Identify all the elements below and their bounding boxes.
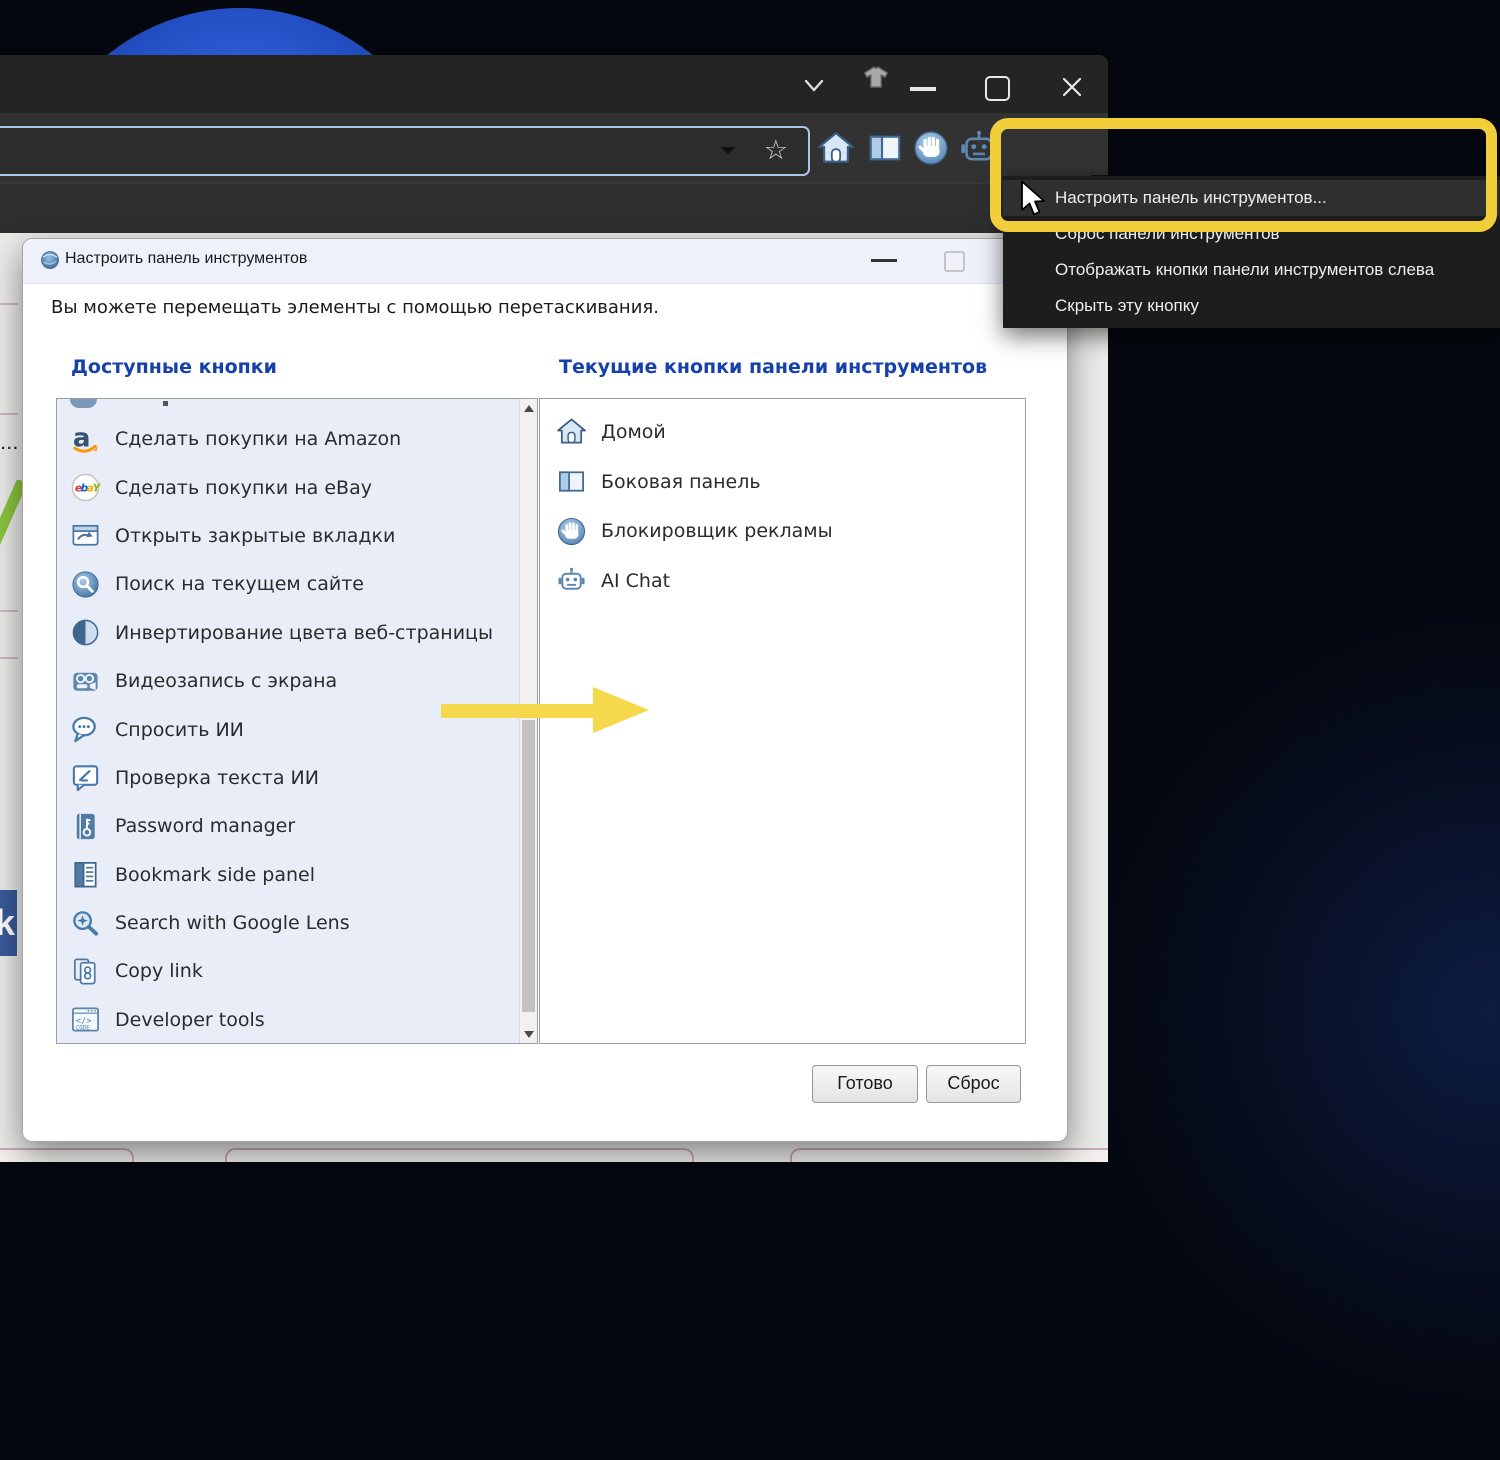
current-button-item[interactable]: Домой bbox=[540, 407, 1025, 457]
item-label: Password manager bbox=[115, 815, 296, 838]
dialog-minimize-button[interactable] bbox=[871, 259, 897, 262]
item-icon bbox=[556, 516, 587, 547]
done-button[interactable]: Готово bbox=[812, 1065, 918, 1103]
item-icon bbox=[556, 565, 587, 596]
scroll-up-icon[interactable] bbox=[520, 399, 537, 417]
item-icon bbox=[70, 956, 101, 987]
bookmarks-bar bbox=[0, 183, 1108, 234]
dialog-instruction: Вы можете перемещать элементы с помощью … bbox=[51, 297, 659, 318]
available-button-item[interactable]: Developer tools bbox=[57, 996, 537, 1044]
current-button-item[interactable]: Боковая панель bbox=[540, 457, 1025, 507]
ad-blocker-icon[interactable] bbox=[912, 129, 950, 167]
available-button-item[interactable]: Поиск на текущем сайте bbox=[57, 560, 537, 608]
history-dropdown-icon[interactable] bbox=[721, 147, 735, 155]
item-icon bbox=[70, 569, 101, 600]
item-label: Домой bbox=[601, 420, 666, 443]
item-label: Блокировщик рекламы bbox=[601, 520, 833, 543]
item-label: Открыть закрытые вкладки bbox=[115, 524, 396, 547]
item-icon bbox=[70, 714, 101, 745]
current-buttons-header: Текущие кнопки панели инструментов bbox=[559, 356, 988, 378]
available-button-item[interactable]: Password manager bbox=[57, 802, 537, 850]
item-icon bbox=[556, 416, 587, 447]
item-icon bbox=[70, 908, 101, 939]
customize-toolbar-dialog: Настроить панель инструментов Вы можете … bbox=[22, 238, 1068, 1142]
annotation-highlight-box bbox=[990, 118, 1497, 232]
item-icon bbox=[70, 520, 101, 551]
available-button-item[interactable]: Сделать покупки на eBay bbox=[57, 463, 537, 511]
page-field bbox=[0, 1148, 134, 1162]
item-label: Видеозапись с экрана bbox=[115, 670, 338, 693]
scroll-down-icon[interactable] bbox=[520, 1025, 537, 1043]
dialog-title: Настроить панель инструментов bbox=[65, 250, 308, 267]
available-button-item[interactable]: Сделать покупки на Amazon bbox=[57, 415, 537, 463]
item-icon bbox=[70, 762, 101, 793]
item-icon bbox=[70, 424, 101, 455]
annotation-drag-arrow bbox=[441, 687, 649, 733]
item-label: Спросить ИИ bbox=[115, 718, 244, 741]
available-button-item[interactable]: Copy link bbox=[57, 947, 537, 995]
bookmark-star-icon[interactable]: ☆ bbox=[764, 133, 788, 167]
minimize-button[interactable] bbox=[910, 87, 936, 91]
page-ellipsis-text: ... bbox=[1, 436, 20, 453]
page-divider bbox=[0, 657, 18, 659]
item-label: Инвертирование цвета веб-страницы bbox=[115, 621, 493, 644]
browser-toolbar: ☆ bbox=[0, 113, 1108, 183]
skin-tshirt-icon[interactable] bbox=[860, 64, 892, 96]
current-button-item[interactable]: AI Chat bbox=[540, 556, 1025, 606]
available-button-item[interactable]: Search with Google Lens bbox=[57, 899, 537, 947]
item-icon bbox=[70, 617, 101, 648]
item-icon bbox=[70, 666, 101, 697]
browser-titlebar bbox=[0, 55, 1108, 113]
item-icon bbox=[70, 811, 101, 842]
item-label: Проверка текста ИИ bbox=[115, 766, 319, 789]
wallpaper-glow bbox=[1040, 560, 1500, 1460]
side-panel-icon[interactable] bbox=[866, 129, 904, 167]
maximize-button[interactable] bbox=[985, 76, 1010, 101]
close-button[interactable] bbox=[1057, 72, 1087, 102]
menu-item-hide-button[interactable]: Скрыть эту кнопку bbox=[1003, 288, 1500, 324]
item-icon bbox=[70, 472, 101, 503]
mouse-cursor bbox=[1021, 180, 1045, 216]
globe-window-icon bbox=[39, 249, 61, 271]
item-label: Developer tools bbox=[115, 1008, 265, 1031]
page-field bbox=[790, 1148, 1108, 1162]
address-bar[interactable]: ☆ bbox=[0, 126, 810, 176]
item-icon bbox=[556, 466, 587, 497]
item-label: Search with Google Lens bbox=[115, 912, 350, 935]
page-divider bbox=[0, 303, 18, 305]
item-label: Сделать покупки на Amazon bbox=[115, 428, 402, 451]
social-badge[interactable]: k bbox=[0, 890, 17, 956]
menu-item-buttons-left[interactable]: Отображать кнопки панели инструментов сл… bbox=[1003, 252, 1500, 288]
reset-button[interactable]: Сброс bbox=[926, 1065, 1021, 1103]
item-label: Поиск на текущем сайте bbox=[115, 573, 364, 596]
dialog-titlebar[interactable]: Настроить панель инструментов bbox=[23, 239, 1067, 284]
item-icon bbox=[70, 1004, 101, 1035]
green-check-icon bbox=[0, 480, 22, 546]
page-field bbox=[225, 1148, 694, 1162]
item-label: Copy link bbox=[115, 960, 203, 983]
chevron-down-icon[interactable] bbox=[799, 73, 829, 99]
dialog-maximize-button[interactable] bbox=[944, 251, 965, 272]
item-label: Сделать покупки на eBay bbox=[115, 476, 372, 499]
current-button-item[interactable]: Блокировщик рекламы bbox=[540, 506, 1025, 556]
available-button-item[interactable]: Bookmark side panel bbox=[57, 851, 537, 899]
item-label: Боковая панель bbox=[601, 470, 761, 493]
item-icon bbox=[70, 859, 101, 890]
item-label: AI Chat bbox=[601, 569, 671, 592]
available-button-item[interactable]: Инвертирование цвета веб-страницы bbox=[57, 609, 537, 657]
available-buttons-header: Доступные кнопки bbox=[71, 356, 277, 378]
page-divider bbox=[0, 413, 18, 415]
partially-scrolled-item bbox=[70, 399, 97, 408]
item-label: Bookmark side panel bbox=[115, 863, 315, 886]
available-button-item[interactable]: Проверка текста ИИ bbox=[57, 754, 537, 802]
partially-scrolled-text bbox=[163, 401, 168, 406]
home-icon[interactable] bbox=[817, 129, 855, 167]
scrollbar-thumb[interactable] bbox=[522, 720, 535, 1012]
page-divider bbox=[0, 610, 18, 612]
available-button-item[interactable]: Открыть закрытые вкладки bbox=[57, 512, 537, 560]
